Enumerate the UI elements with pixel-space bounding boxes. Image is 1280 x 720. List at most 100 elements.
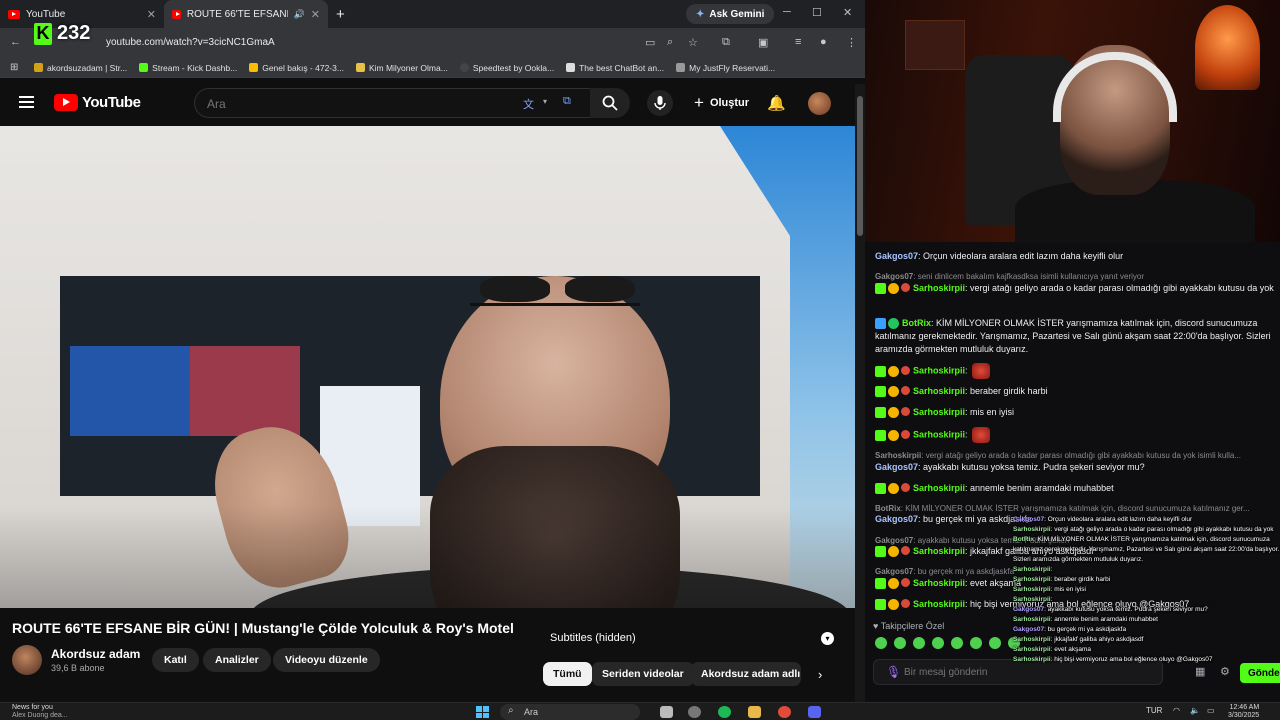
chrome-icon[interactable] [778,706,791,718]
bookmark-item[interactable]: The best ChatBot an... [566,63,664,73]
file-explorer-icon[interactable] [660,706,673,718]
tab-video[interactable]: ROUTE 66'TE EFSANE BİR G 🔊 ✕ [164,0,328,28]
scrollbar-thumb[interactable] [857,96,863,236]
chip-series[interactable]: Seriden videolar [592,662,694,686]
minimize-icon[interactable]: ─ [783,6,791,18]
volume-icon[interactable]: 🔈 [1190,706,1200,715]
chat-username[interactable]: Sarhoskirpii [913,599,965,609]
profile-icon[interactable]: ● [820,36,827,48]
video-player[interactable] [0,126,855,608]
chevron-down-icon[interactable]: ▾ [821,632,834,645]
emote-icon[interactable] [970,637,982,649]
taskbar-search[interactable]: ⌕ Ara [500,704,640,720]
bookmark-item[interactable]: Kim Milyoner Olma... [355,63,448,73]
bookmark-item[interactable]: Speedtest by Ookla... [459,63,554,73]
maximize-icon[interactable]: ☐ [812,6,822,19]
voice-search-button[interactable] [647,90,673,116]
chat-username[interactable]: Gakgos07 [875,251,918,261]
spotify-icon[interactable] [718,706,731,718]
extensions-icon[interactable]: ⧉ [722,36,730,49]
join-button[interactable]: Katıl [152,648,199,672]
language-indicator[interactable]: TUR [1146,706,1162,715]
chat-username[interactable]: Sarhoskirpii [913,429,965,439]
edit-video-button[interactable]: Videoyu düzenle [273,648,380,672]
gift-badge-icon [901,483,910,493]
apps-icon[interactable]: ⊞ [10,62,18,73]
chat-username[interactable]: Sarhoskirpii [913,407,965,417]
system-clock[interactable]: 12:46 AM 3/30/2025 [1228,704,1259,720]
emote-icon[interactable] [989,637,1001,649]
chat-username[interactable]: BotRix [875,504,901,513]
dropdown-icon[interactable]: ▾ [543,97,547,106]
overlay-username: Gakgos07 [1013,516,1045,523]
user-avatar[interactable] [808,92,831,115]
close-tab-icon[interactable]: ✕ [311,8,320,21]
zoom-icon[interactable]: ⌕ [667,36,673,49]
discord-icon[interactable] [808,706,821,718]
overlay-chat-message: Gakgos07: Orçun videolara aralara edit l… [1013,515,1280,525]
hamburger-menu-icon[interactable] [19,96,34,108]
gemini-icon: ✦ [696,8,705,20]
chevron-right-icon[interactable]: › [818,667,822,682]
chat-message-text: : beraber girdik harbi [965,386,1048,396]
chat-username[interactable]: Gakgos07 [875,514,918,524]
chat-username[interactable]: Sarhoskirpii [913,283,965,293]
bookmark-star-icon[interactable]: ☆ [688,36,698,49]
emote-icon[interactable] [875,637,887,649]
chat-username[interactable]: Gakgos07 [875,462,918,472]
windows-start-icon[interactable] [476,706,490,718]
bookmark-item[interactable]: Genel bakış - 472-3... [249,63,344,73]
translate-icon[interactable]: 文 [523,96,534,112]
chat-username[interactable]: Sarhoskirpii [913,365,965,375]
chat-message-text: : KİM MİLYONER OLMAK İSTER yarışmamıza k… [900,504,1250,513]
new-tab-button[interactable]: + [336,6,345,23]
menu-icon[interactable]: ⋮ [846,36,857,49]
chat-username[interactable]: Gakgos07 [875,536,913,545]
url-field[interactable]: youtube.com/watch?v=3cicNC1GmaA [106,37,275,48]
folder-icon[interactable] [748,706,761,718]
emote-icon[interactable] [894,637,906,649]
channel-name[interactable]: Akordsuz adam [51,647,140,661]
battery-icon[interactable]: ▭ [1207,706,1215,715]
cast-icon[interactable]: ▭ [645,36,655,49]
chat-username[interactable]: Sarhoskirpii [913,578,965,588]
sidepanel-icon[interactable]: ▣ [758,36,768,49]
chat-username[interactable]: Sarhoskirpii [875,451,921,460]
bookmark-item[interactable]: akordsuzadam | Str... [34,63,127,73]
media-icon[interactable]: ≡ [795,36,801,48]
back-icon[interactable]: ← [10,36,21,48]
audio-icon[interactable]: 🔊 [294,9,305,20]
chat-username[interactable]: Sarhoskirpii [913,386,965,396]
chat-username[interactable]: Sarhoskirpii [913,483,965,493]
chip-all[interactable]: Tümü [543,662,592,686]
chat-message: Sarhoskirpii: annemle benim aramdaki muh… [875,482,1275,495]
chip-channel[interactable]: Akordsuz adam adlı y [691,662,801,686]
translate-alt-icon[interactable]: ⧉ [563,95,571,108]
bookmark-item[interactable]: My JustFly Reservati... [676,63,775,73]
overlay-username: Sarhoskirpii [1013,656,1051,663]
notifications-bell-icon[interactable]: 🔔 [767,94,786,112]
emote-icon[interactable] [951,637,963,649]
overlay-message-text: : jkkajfakf galiba ahiyo askdjasdf [1050,636,1144,643]
close-tab-icon[interactable]: ✕ [147,8,156,21]
chatgpt-icon[interactable] [688,706,701,718]
chat-username[interactable]: Sarhoskirpii [913,546,965,556]
close-window-icon[interactable]: ✕ [843,6,852,19]
news-widget[interactable]: News for you Alex Duong dea... [12,704,68,720]
chat-username[interactable]: Gakgos07 [875,272,913,281]
search-button[interactable] [590,88,630,118]
emote-icon[interactable] [932,637,944,649]
chat-username[interactable]: BotRix [902,318,931,328]
bookmark-item[interactable]: Stream - Kick Dashb... [139,63,237,73]
emote-icon[interactable] [913,637,925,649]
ask-gemini-button[interactable]: ✦ Ask Gemini [686,4,775,24]
chat-username[interactable]: Gakgos07 [875,567,913,576]
youtube-logo[interactable]: YouTube [54,94,141,111]
channel-avatar[interactable] [12,645,42,675]
create-button[interactable]: + Oluştur [684,89,760,117]
wifi-icon[interactable]: ◠ [1173,706,1180,715]
analytics-button[interactable]: Analizler [203,648,271,672]
microphone-icon[interactable]: 🎙 [886,665,901,679]
sub-badge-icon [888,283,899,295]
search-input[interactable] [195,89,495,119]
